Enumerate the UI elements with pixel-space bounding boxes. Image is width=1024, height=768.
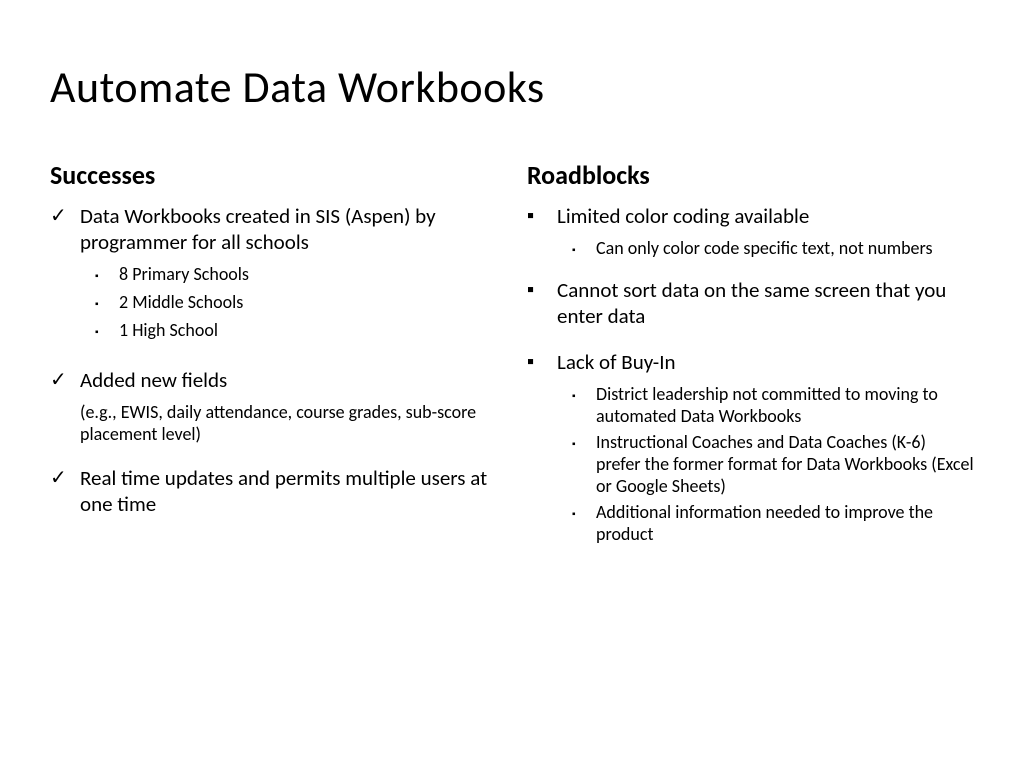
note-text: (e.g., EWIS, daily attendance, course gr… xyxy=(50,401,497,445)
item-text: 8 Primary Schools xyxy=(119,263,249,285)
item-text: Real time updates and permits multiple u… xyxy=(80,465,497,517)
square-icon: ▪ xyxy=(95,263,119,287)
square-icon: ▪ xyxy=(572,501,596,525)
list-item: ▪ 8 Primary Schools xyxy=(50,263,497,287)
item-text: Limited color coding available xyxy=(557,203,809,229)
list-item: ▪ Can only color code specific text, not… xyxy=(527,237,974,261)
list-item: ✓ Real time updates and permits multiple… xyxy=(50,465,497,517)
item-text: Additional information needed to improve… xyxy=(596,501,974,545)
square-icon: ▪ xyxy=(95,319,119,343)
item-text: Lack of Buy-In xyxy=(557,349,676,375)
right-column: Roadblocks ▪ Limited color coding availa… xyxy=(527,159,974,549)
square-icon: ▪ xyxy=(527,277,557,303)
item-text: Data Workbooks created in SIS (Aspen) by… xyxy=(80,203,497,255)
square-icon: ▪ xyxy=(527,349,557,375)
successes-heading: Successes xyxy=(50,159,497,191)
item-text: District leadership not committed to mov… xyxy=(596,383,974,427)
item-text: Instructional Coaches and Data Coaches (… xyxy=(596,431,974,497)
list-item: ▪ Lack of Buy-In xyxy=(527,349,974,375)
square-icon: ▪ xyxy=(95,291,119,315)
item-text: 2 Middle Schools xyxy=(119,291,243,313)
list-item: ✓ Data Workbooks created in SIS (Aspen) … xyxy=(50,203,497,255)
roadblocks-heading: Roadblocks xyxy=(527,159,974,191)
slide-title: Automate Data Workbooks xyxy=(50,60,974,114)
list-item: ▪ Limited color coding available xyxy=(527,203,974,229)
item-text: Can only color code specific text, not n… xyxy=(596,237,933,259)
list-item: ▪ 1 High School xyxy=(50,319,497,343)
list-item: ▪ Additional information needed to impro… xyxy=(527,501,974,545)
list-item: ▪ Cannot sort data on the same screen th… xyxy=(527,277,974,329)
left-column: Successes ✓ Data Workbooks created in SI… xyxy=(50,159,497,549)
item-text: Added new fields xyxy=(80,367,227,393)
square-icon: ▪ xyxy=(572,237,596,261)
item-text: Cannot sort data on the same screen that… xyxy=(557,277,974,329)
list-item: ▪ District leadership not committed to m… xyxy=(527,383,974,427)
checkmark-icon: ✓ xyxy=(50,203,80,229)
list-item: ✓ Added new fields xyxy=(50,367,497,393)
square-icon: ▪ xyxy=(572,383,596,407)
list-item: ▪ 2 Middle Schools xyxy=(50,291,497,315)
item-text: 1 High School xyxy=(119,319,218,341)
content-columns: Successes ✓ Data Workbooks created in SI… xyxy=(50,159,974,549)
square-icon: ▪ xyxy=(527,203,557,229)
list-item: ▪ Instructional Coaches and Data Coaches… xyxy=(527,431,974,497)
square-icon: ▪ xyxy=(572,431,596,455)
checkmark-icon: ✓ xyxy=(50,465,80,491)
checkmark-icon: ✓ xyxy=(50,367,80,393)
